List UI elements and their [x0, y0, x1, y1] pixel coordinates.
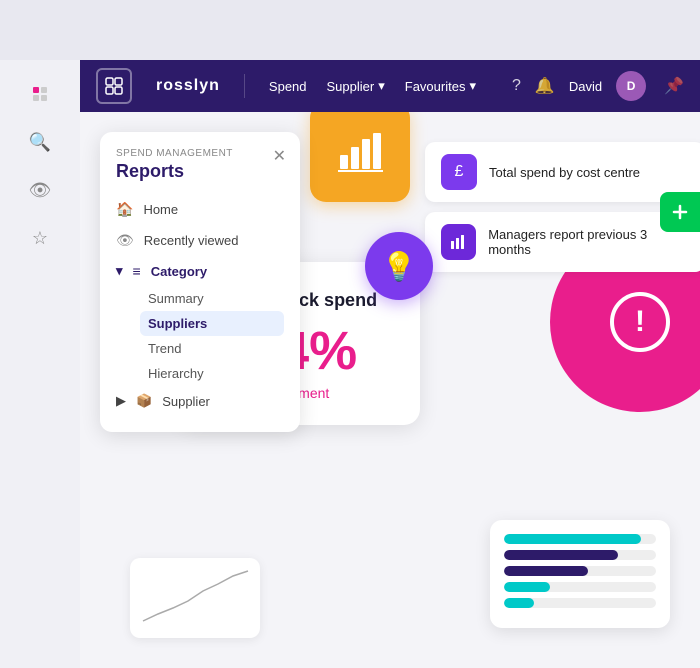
bar-fill-0	[504, 534, 641, 544]
pound-icon: £	[441, 154, 477, 190]
navbar: rosslyn Spend Supplier ▾ Favourites ▾ ? …	[80, 60, 700, 112]
sub-item-trend[interactable]: Trend	[140, 336, 284, 361]
bar-row-3	[504, 582, 656, 592]
panel-section-label: Spend Management	[116, 148, 284, 159]
sidebar-strip: 🔍 👁 ☆	[0, 60, 80, 668]
nav-spend[interactable]: Spend	[269, 79, 307, 94]
chart-icon	[441, 224, 476, 260]
nav-supplier[interactable]: Supplier ▾	[327, 78, 385, 94]
sidebar-search-icon[interactable]: 🔍	[22, 124, 58, 160]
list-icon: ≡	[133, 263, 141, 279]
bar-chart-card	[490, 520, 670, 628]
panel-title: Reports	[116, 161, 284, 182]
nav-favourites[interactable]: Favourites ▾	[405, 78, 476, 94]
sub-item-suppliers[interactable]: Suppliers	[140, 311, 284, 336]
report-card-1[interactable]: Managers report previous 3 months	[425, 212, 700, 272]
nav-logo-box[interactable]	[96, 68, 132, 104]
nav-recently-viewed[interactable]: 👁 Recently viewed	[116, 225, 284, 256]
line-chart-svg	[138, 566, 252, 630]
nav-right: ? 🔔 David D 📌	[512, 71, 684, 101]
eye-icon: 👁	[116, 232, 134, 249]
sidebar-eye-icon[interactable]: 👁	[22, 172, 58, 208]
sidebar-reports-icon[interactable]	[22, 76, 58, 112]
report-card-0[interactable]: £ Total spend by cost centre	[425, 142, 700, 202]
nav-home[interactable]: 🏠 Home	[116, 194, 284, 225]
bar-row-1	[504, 550, 656, 560]
bar-chart-icon	[335, 127, 385, 177]
report-cards-area: £ Total spend by cost centre Managers re…	[425, 142, 700, 282]
reports-panel: Spend Management Reports ✕ 🏠 Home 👁 Rece…	[100, 132, 300, 432]
main-content: Spend Management Reports ✕ 🏠 Home 👁 Rece…	[80, 112, 700, 668]
sub-item-hierarchy[interactable]: Hierarchy	[140, 361, 284, 386]
brand-name: rosslyn	[156, 77, 220, 95]
bar-fill-4	[504, 598, 534, 608]
grid-icon	[104, 76, 124, 96]
help-icon[interactable]: ?	[512, 77, 521, 95]
lightbulb-circle: 💡	[365, 232, 433, 300]
category-sub-items: Summary Suppliers Trend Hierarchy	[140, 286, 284, 386]
green-action-button[interactable]	[660, 192, 700, 232]
nav-category[interactable]: ▾ ≡ Category	[116, 256, 284, 286]
avatar[interactable]: D	[616, 71, 646, 101]
alert-circle: !	[610, 292, 670, 352]
pin-icon[interactable]: 📌	[664, 76, 684, 96]
orange-chart-card[interactable]	[310, 102, 410, 202]
mini-chart-card	[130, 558, 260, 638]
sidebar-star-icon[interactable]: ☆	[22, 220, 58, 256]
notification-icon[interactable]: 🔔	[535, 76, 555, 96]
report-card-1-text: Managers report previous 3 months	[488, 227, 689, 257]
home-icon: 🏠	[116, 201, 133, 218]
bar-fill-3	[504, 582, 550, 592]
user-name: David	[569, 79, 602, 94]
close-button[interactable]: ✕	[273, 146, 286, 166]
report-card-0-text: Total spend by cost centre	[489, 165, 640, 180]
nav-supplier[interactable]: ▶ 📦 Supplier	[116, 386, 284, 416]
bar-row-0	[504, 534, 656, 544]
bar-row-2	[504, 566, 656, 576]
bar-row-4	[504, 598, 656, 608]
nav-divider	[244, 74, 245, 98]
bar-fill-1	[504, 550, 618, 560]
sub-item-summary[interactable]: Summary	[140, 286, 284, 311]
bar-fill-2	[504, 566, 588, 576]
supplier-icon: 📦	[136, 393, 152, 409]
plus-icon	[670, 202, 690, 222]
